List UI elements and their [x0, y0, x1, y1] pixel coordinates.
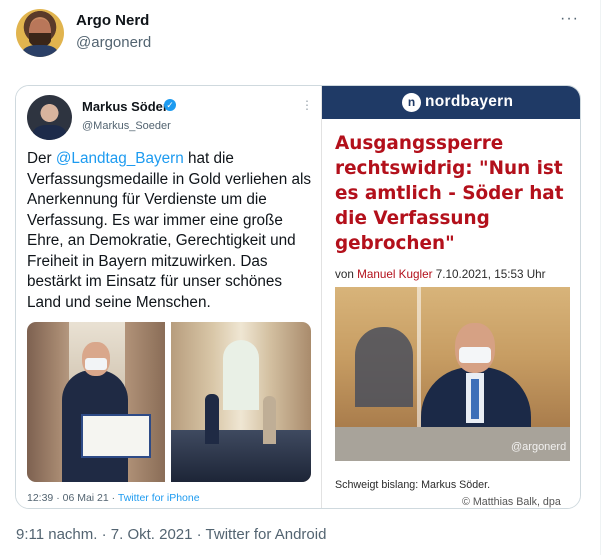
article-byline: von Manuel Kugler 7.10.2021, 15:53 Uhr — [335, 268, 546, 281]
quoted-more-icon: ⋮ — [301, 98, 313, 112]
tweet-timestamp[interactable]: 9:11 nachm. · 7. Okt. 2021 · Twitter for… — [16, 526, 326, 543]
verified-badge-icon: ✓ — [164, 99, 176, 111]
photo-caption: Schweigt bislang: Markus Söder. — [335, 479, 491, 491]
embedded-tweet-screenshot: Markus Söder ✓ @Markus_Soeder ⋮ Der @Lan… — [16, 86, 321, 508]
byline-prefix: von — [335, 268, 358, 281]
photo-credit: © Matthias Balk, dpa — [462, 496, 561, 508]
quoted-timestamp: 12:39 · 06 Mai 21 · — [27, 492, 118, 504]
byline-author: Manuel Kugler — [357, 268, 433, 281]
photo-watermark: @argonerd — [511, 441, 567, 453]
medal-photo — [27, 322, 165, 482]
quoted-text-start: Der — [27, 150, 56, 167]
more-options-icon[interactable]: ··· — [560, 10, 579, 28]
hall-photo — [171, 322, 311, 482]
article-headline: Ausgangssperre rechtswidrig: "Nun ist es… — [335, 133, 564, 254]
article-photo: @argonerd — [335, 287, 570, 461]
article-header: n nordbayern — [322, 86, 580, 119]
mention-link: @Landtag_Bayern — [55, 150, 184, 167]
quoted-tweet-text: Der @Landtag_Bayern hat die Verfassungsm… — [27, 149, 312, 313]
tweet: Argo Nerd @argonerd ··· Markus Söder ✓ @… — [0, 0, 601, 555]
quoted-handle: @Markus_Soeder — [82, 120, 171, 132]
byline-date: 7.10.2021, 15:53 Uhr — [432, 268, 546, 281]
quoted-text-rest: hat die Verfassungsmedaille in Gold verl… — [27, 150, 312, 311]
nordbayern-logo-icon: n — [402, 93, 421, 112]
quoted-footer: 12:39 · 06 Mai 21 · Twitter for iPhone — [27, 492, 200, 504]
quoted-name: Markus Söder — [82, 99, 168, 114]
author-avatar[interactable] — [16, 9, 64, 57]
article-screenshot: n nordbayern Ausgangssperre rechtswidrig… — [321, 86, 580, 508]
author-handle[interactable]: @argonerd — [76, 34, 151, 51]
quoted-avatar — [27, 95, 72, 140]
attached-image[interactable]: Markus Söder ✓ @Markus_Soeder ⋮ Der @Lan… — [15, 85, 581, 509]
brand-name: nordbayern — [425, 93, 514, 110]
author-name[interactable]: Argo Nerd — [76, 12, 149, 29]
quoted-source: Twitter for iPhone — [117, 492, 200, 504]
